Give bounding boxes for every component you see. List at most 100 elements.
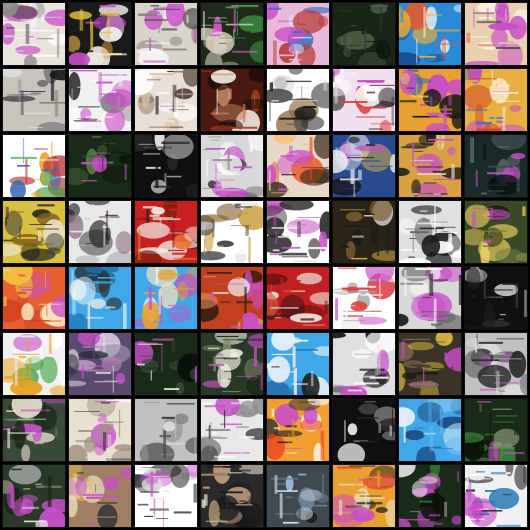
sample-image <box>3 399 65 461</box>
sample-image <box>267 465 329 527</box>
sample-image-tile <box>464 134 528 198</box>
sample-image <box>69 465 131 527</box>
sample-image <box>333 333 395 395</box>
sample-image <box>69 135 131 197</box>
sample-image <box>399 399 461 461</box>
sample-image-tile <box>200 2 264 66</box>
sample-image <box>399 267 461 329</box>
sample-image <box>465 333 527 395</box>
sample-image <box>267 135 329 197</box>
generated-image-grid <box>0 0 530 530</box>
sample-image <box>465 201 527 263</box>
sample-image-tile <box>2 134 66 198</box>
sample-image <box>267 201 329 263</box>
sample-image-tile <box>200 134 264 198</box>
sample-image <box>333 399 395 461</box>
sample-image-tile <box>464 68 528 132</box>
sample-image <box>399 333 461 395</box>
sample-image-tile <box>68 464 132 528</box>
sample-image <box>267 69 329 131</box>
sample-image-tile <box>134 134 198 198</box>
sample-image <box>135 267 197 329</box>
sample-image <box>333 267 395 329</box>
sample-image-tile <box>68 200 132 264</box>
sample-image-tile <box>134 68 198 132</box>
sample-image <box>3 201 65 263</box>
sample-image <box>201 399 263 461</box>
sample-image-tile <box>134 464 198 528</box>
sample-image-tile <box>332 134 396 198</box>
sample-image-tile <box>398 68 462 132</box>
sample-image <box>201 267 263 329</box>
sample-image-tile <box>398 200 462 264</box>
sample-image <box>201 69 263 131</box>
sample-image-tile <box>266 464 330 528</box>
sample-image-tile <box>2 332 66 396</box>
sample-image-tile <box>464 464 528 528</box>
sample-image-tile <box>68 2 132 66</box>
sample-image-tile <box>200 464 264 528</box>
sample-image-tile <box>200 398 264 462</box>
sample-image-tile <box>266 2 330 66</box>
sample-image <box>135 399 197 461</box>
sample-image-tile <box>200 332 264 396</box>
sample-image-tile <box>266 266 330 330</box>
sample-image <box>201 201 263 263</box>
sample-image-tile <box>200 200 264 264</box>
sample-image <box>135 3 197 65</box>
sample-image <box>465 3 527 65</box>
sample-image-tile <box>266 398 330 462</box>
sample-image <box>69 267 131 329</box>
sample-image <box>333 135 395 197</box>
sample-image-tile <box>464 332 528 396</box>
sample-image-tile <box>266 332 330 396</box>
sample-image-tile <box>398 266 462 330</box>
sample-image <box>69 333 131 395</box>
sample-image <box>333 69 395 131</box>
sample-image <box>201 135 263 197</box>
sample-image-tile <box>68 134 132 198</box>
sample-image-tile <box>332 2 396 66</box>
sample-image-tile <box>2 2 66 66</box>
sample-image <box>201 465 263 527</box>
sample-image <box>465 69 527 131</box>
sample-image-tile <box>266 68 330 132</box>
sample-image <box>399 201 461 263</box>
sample-image <box>3 465 65 527</box>
sample-image-tile <box>332 398 396 462</box>
sample-image-tile <box>134 2 198 66</box>
sample-image-tile <box>134 332 198 396</box>
sample-image <box>465 267 527 329</box>
sample-image-tile <box>134 200 198 264</box>
sample-image <box>135 135 197 197</box>
sample-image <box>267 399 329 461</box>
sample-image-tile <box>200 68 264 132</box>
sample-image <box>135 201 197 263</box>
sample-image-tile <box>464 266 528 330</box>
sample-image <box>3 135 65 197</box>
sample-image <box>333 3 395 65</box>
sample-image <box>201 333 263 395</box>
sample-image <box>69 399 131 461</box>
sample-image-tile <box>464 398 528 462</box>
sample-image <box>69 69 131 131</box>
sample-image-tile <box>2 398 66 462</box>
sample-image <box>267 333 329 395</box>
sample-image-tile <box>398 134 462 198</box>
sample-image-tile <box>398 332 462 396</box>
sample-image-tile <box>134 398 198 462</box>
sample-image-tile <box>332 68 396 132</box>
sample-image <box>465 135 527 197</box>
sample-image <box>333 465 395 527</box>
sample-image <box>135 333 197 395</box>
sample-image-tile <box>2 464 66 528</box>
sample-image <box>267 3 329 65</box>
sample-image <box>69 201 131 263</box>
sample-image <box>465 465 527 527</box>
sample-image-tile <box>68 398 132 462</box>
sample-image <box>399 465 461 527</box>
sample-image-tile <box>398 398 462 462</box>
sample-image <box>3 267 65 329</box>
sample-image-tile <box>398 464 462 528</box>
sample-image-tile <box>266 200 330 264</box>
